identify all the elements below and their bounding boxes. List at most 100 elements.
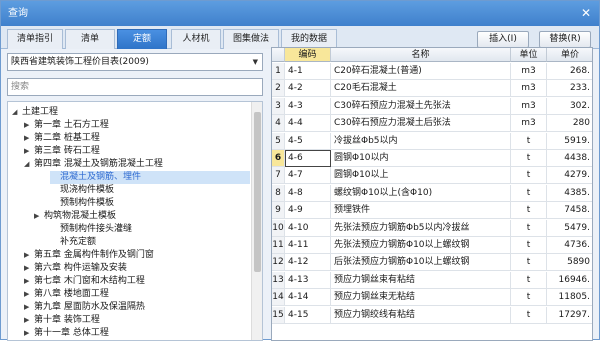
table-row[interactable]: 11 4-11 先张法预应力钢筋Φ10以上螺纹钢 t 4736. [272,237,592,254]
table-row[interactable]: 2 4-2 C20毛石混凝土 m3 233. [272,80,592,98]
table-row[interactable]: 13 4-13 预应力钢丝束有粘结 t 16946. [272,271,592,289]
code-cell[interactable]: 4-4 [285,115,331,133]
library-select[interactable]: 陕西省建筑装饰工程价目表(2009) ▼ [7,53,263,71]
tree-node[interactable]: 预制构件接头灌缝 [50,223,250,236]
tree-node[interactable]: ▶ 第七章 木门窗和木结构工程 [24,275,250,288]
tree-node[interactable]: ▶ 第八章 楼地面工程 [24,288,250,301]
price-cell[interactable]: 233. [547,80,592,98]
price-cell[interactable]: 4279. [547,167,592,185]
table-row[interactable]: 8 4-8 螺纹钢Φ10以上(含Φ10) t 4385. [272,184,592,202]
row-number[interactable]: 8 [272,184,285,202]
unit-cell[interactable]: t [511,306,547,324]
row-number[interactable]: 3 [272,97,285,115]
row-number[interactable]: 7 [272,167,285,185]
code-cell[interactable]: 4-14 [285,289,331,307]
tab-quota[interactable]: 定额 [117,29,167,49]
name-cell[interactable]: 圆钢Φ10以内 [331,150,511,167]
row-number[interactable]: 11 [272,237,285,254]
table-row[interactable]: 3 4-3 C30碎石预应力混凝土先张法 m3 302. [272,97,592,115]
code-cell[interactable]: 4-9 [285,202,331,220]
price-cell[interactable]: 17297. [547,307,592,324]
code-cell[interactable]: 4-11 [285,237,331,254]
name-cell[interactable]: C20毛石混凝土 [331,80,511,98]
price-cell[interactable]: 4385. [547,185,592,202]
unit-cell[interactable]: m3 [511,97,547,115]
name-cell[interactable]: 螺纹钢Φ10以上(含Φ10) [331,184,511,202]
expand-arrow-icon[interactable]: ▶ [24,301,34,314]
table-row[interactable]: 12 4-12 后张法预应力钢筋Φ10以上螺纹钢 t 5890 [272,254,592,272]
close-icon[interactable]: ✕ [579,6,593,20]
tree-node[interactable]: ▶ 第三章 砖石工程 [24,145,250,158]
tab-atlas-method[interactable]: 图集做法 [223,29,279,49]
tree-node[interactable]: 预制构件模板 [50,197,250,210]
row-number[interactable]: 1 [272,63,285,80]
unit-cell[interactable]: t [511,254,547,272]
code-cell[interactable]: 4-13 [285,271,331,289]
expand-arrow-icon[interactable]: ▶ [24,119,34,132]
name-cell[interactable]: 后张法预应力钢筋Φ10以上螺纹钢 [331,254,511,272]
name-cell[interactable]: 冷拔丝Φb5以内 [331,132,511,150]
code-cell[interactable]: 4-1 [285,63,331,80]
tree-node[interactable]: ▶ 第一章 土石方工程 [24,119,250,132]
name-cell[interactable]: 预应力钢丝束有粘结 [331,271,511,289]
price-cell[interactable]: 4736. [547,237,592,254]
code-cell[interactable]: 4-6 [285,150,331,167]
name-cell[interactable]: 先张法预应力钢筋Φ10以上螺纹钢 [331,237,511,254]
chevron-down-icon[interactable]: ▼ [253,54,258,70]
table-row[interactable]: 9 4-9 预埋铁件 t 7458. [272,202,592,220]
price-cell[interactable]: 5890 [547,254,592,272]
unit-cell[interactable]: t [511,271,547,289]
price-cell[interactable]: 16946. [547,272,592,289]
row-number[interactable]: 12 [272,254,285,272]
unit-cell[interactable]: t [511,132,547,150]
collapse-arrow-icon[interactable]: ◢ [12,106,22,119]
row-number[interactable]: 9 [272,202,285,220]
row-number[interactable]: 13 [272,271,285,289]
price-column-header[interactable]: 单价 [547,48,592,62]
expand-arrow-icon[interactable]: ▶ [24,132,34,145]
row-number[interactable]: 10 [272,219,285,237]
expand-arrow-icon[interactable]: ▶ [24,262,34,275]
name-cell[interactable]: C30碎石预应力混凝土先张法 [331,97,511,115]
expand-arrow-icon[interactable]: ▶ [34,210,44,223]
name-cell[interactable]: 先张法预应力钢筋Φb5以内冷拔丝 [331,219,511,237]
price-cell[interactable]: 280 [547,115,592,133]
price-cell[interactable]: 5479. [547,220,592,237]
table-row[interactable]: 10 4-10 先张法预应力钢筋Φb5以内冷拔丝 t 5479. [272,219,592,237]
code-cell[interactable]: 4-3 [285,97,331,115]
code-cell[interactable]: 4-7 [285,167,331,185]
price-cell[interactable]: 11805. [547,289,592,307]
tree-node[interactable]: ▶ 第十章 装饰工程 [24,314,250,327]
price-cell[interactable]: 7458. [547,202,592,220]
code-cell[interactable]: 4-8 [285,184,331,202]
unit-cell[interactable]: m3 [511,63,547,80]
replace-button[interactable]: 替换(R) [539,31,591,48]
table-row[interactable]: 7 4-7 圆钢Φ10以上 t 4279. [272,167,592,185]
expand-arrow-icon[interactable]: ▶ [24,314,34,327]
code-cell[interactable]: 4-2 [285,80,331,98]
search-input[interactable]: 搜索 [7,78,263,96]
code-cell[interactable]: 4-15 [285,306,331,324]
tree-node[interactable]: 混凝土及钢筋、埋件 [50,171,250,184]
collapse-arrow-icon[interactable]: ◢ [24,158,34,171]
name-column-header[interactable]: 名称 [331,48,511,62]
name-cell[interactable]: 预应力钢绞线有粘结 [331,306,511,324]
price-cell[interactable]: 5919. [547,133,592,150]
row-number[interactable]: 4 [272,115,285,133]
name-cell[interactable]: 预应力钢丝束无粘结 [331,289,511,307]
table-row[interactable]: 14 4-14 预应力钢丝束无粘结 t 11805. [272,289,592,307]
expand-arrow-icon[interactable]: ▶ [24,275,34,288]
code-cell[interactable]: 4-5 [285,132,331,150]
tab-bill[interactable]: 清单 [65,29,115,49]
expand-arrow-icon[interactable]: ▶ [24,327,34,340]
tree-node[interactable]: ◢ 土建工程 [12,106,250,119]
unit-cell[interactable]: t [511,202,547,220]
insert-button[interactable]: 插入(I) [477,31,529,48]
tree-node[interactable]: ▶ 第五章 金属构件制作及钢门窗 [24,249,250,262]
expand-arrow-icon[interactable]: ▶ [24,249,34,262]
table-row[interactable]: 6 4-6 圆钢Φ10以内 t 4438. [272,150,592,167]
code-cell[interactable]: 4-10 [285,219,331,237]
row-number[interactable]: 6 [272,150,285,167]
name-cell[interactable]: 圆钢Φ10以上 [331,167,511,185]
row-number-header[interactable] [272,48,285,62]
